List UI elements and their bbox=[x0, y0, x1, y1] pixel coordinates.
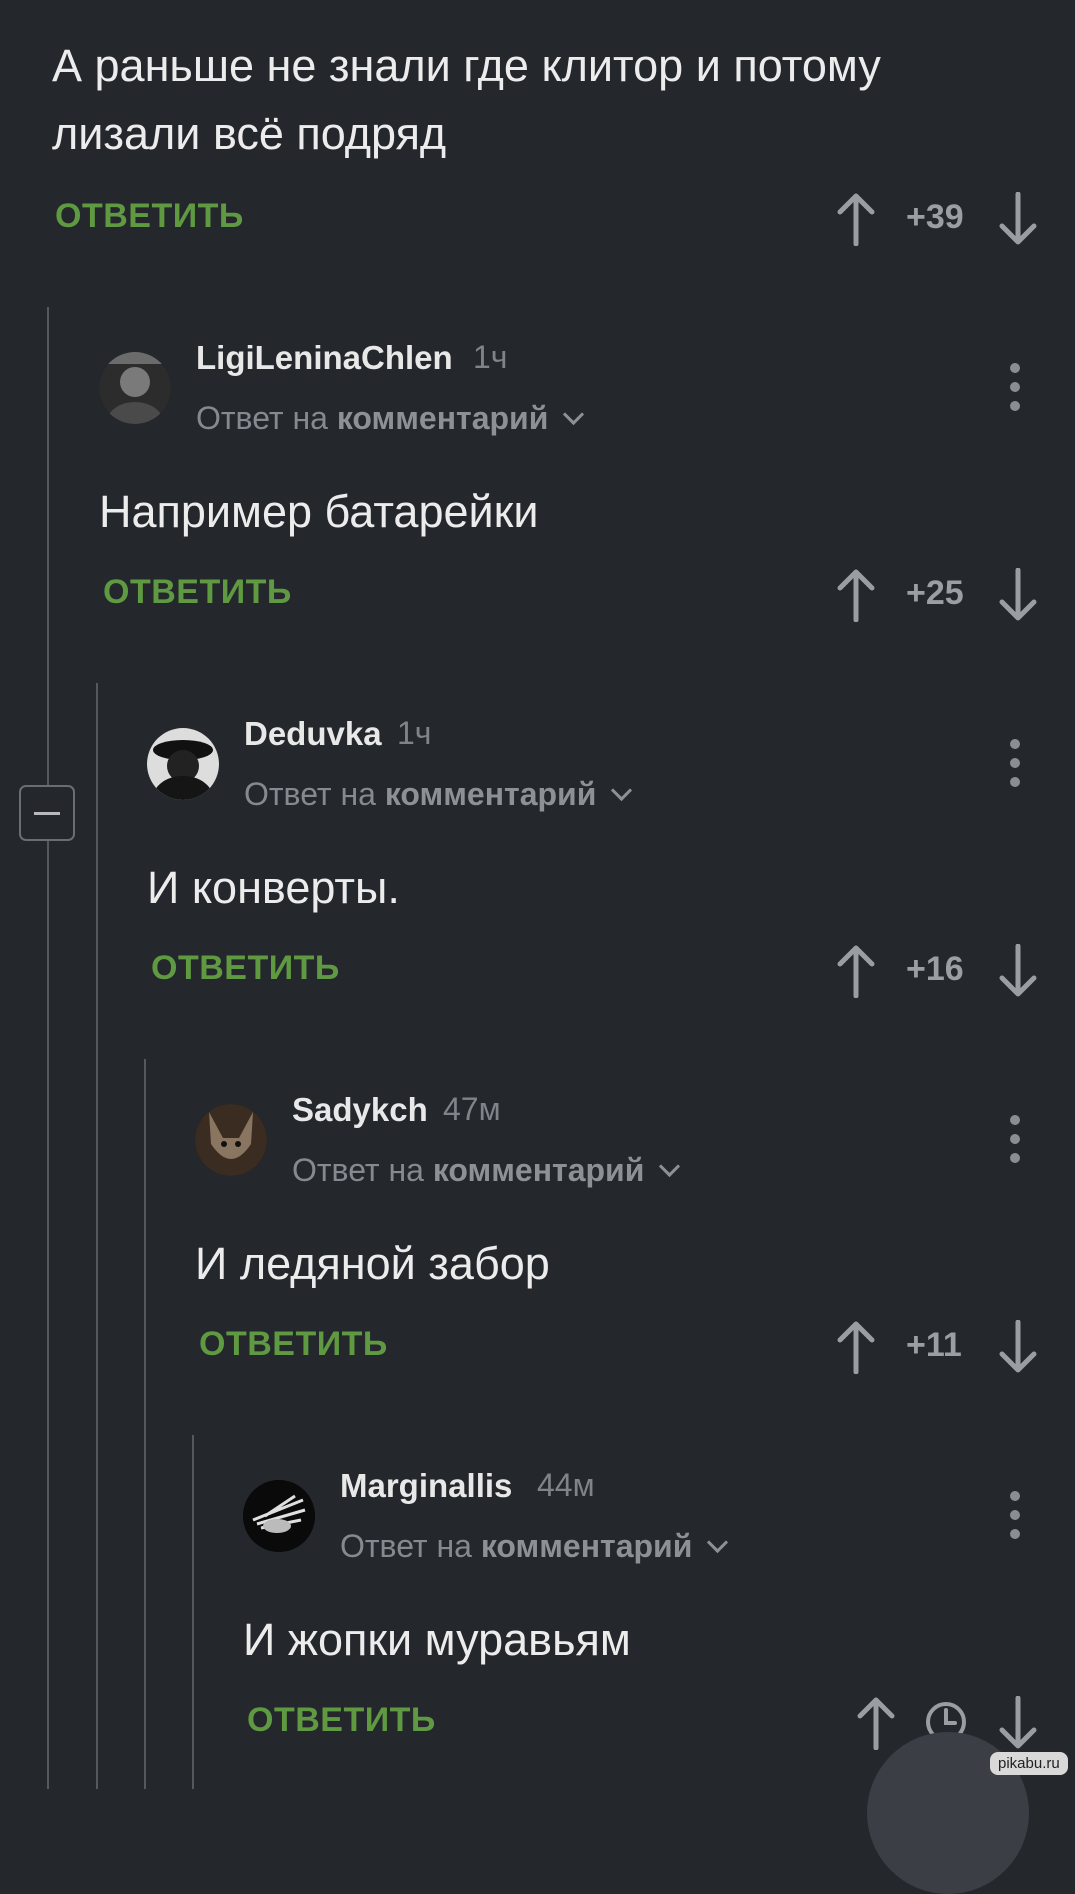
chevron-down-icon[interactable] bbox=[707, 1531, 729, 1554]
reply-to-comment-link[interactable]: комментарий bbox=[385, 776, 597, 812]
thread-line-level-1 bbox=[47, 307, 49, 1789]
thread-line-level-4 bbox=[192, 1435, 194, 1789]
reply-to-prefix: Ответ на bbox=[196, 400, 328, 436]
author-name[interactable]: Sadykch bbox=[292, 1091, 428, 1129]
kebab-menu-icon[interactable] bbox=[1010, 1115, 1022, 1163]
reply-to-prefix: Ответ на bbox=[340, 1528, 472, 1564]
kebab-menu-icon[interactable] bbox=[1010, 739, 1022, 787]
avatar[interactable] bbox=[243, 1480, 315, 1552]
comment-rating: +11 bbox=[906, 1326, 962, 1364]
collapse-thread-button[interactable] bbox=[19, 785, 75, 841]
reply-to-link[interactable]: Ответ на комментарий bbox=[244, 776, 633, 813]
comment-time: 47м bbox=[443, 1091, 501, 1127]
comment-text: И ледяной забор bbox=[195, 1238, 550, 1289]
watermark: pikabu.ru bbox=[990, 1752, 1068, 1775]
downvote-arrow-icon[interactable] bbox=[996, 1696, 1040, 1750]
reply-to-link[interactable]: Ответ на комментарий bbox=[292, 1152, 681, 1189]
upvote-arrow-icon[interactable] bbox=[854, 1696, 898, 1750]
upvote-arrow-icon[interactable] bbox=[834, 1320, 878, 1374]
comment-rating: +16 bbox=[906, 950, 964, 988]
comment-time: 1ч bbox=[397, 715, 432, 751]
comment-time: 1ч bbox=[473, 339, 508, 375]
comment-text: И конверты. bbox=[147, 862, 400, 913]
avatar[interactable] bbox=[195, 1104, 267, 1176]
upvote-arrow-icon[interactable] bbox=[834, 944, 878, 998]
kebab-menu-icon[interactable] bbox=[1010, 1491, 1022, 1539]
root-rating: +39 bbox=[906, 198, 964, 236]
chevron-down-icon[interactable] bbox=[611, 779, 633, 802]
reply-to-prefix: Ответ на bbox=[292, 1152, 424, 1188]
reply-to-link[interactable]: Ответ на комментарий bbox=[340, 1528, 729, 1565]
author-name[interactable]: LigiLeninaChlen bbox=[196, 339, 453, 377]
root-comment-text: А раньше не знали где клитор и потому ли… bbox=[52, 40, 881, 159]
kebab-menu-icon[interactable] bbox=[1010, 363, 1022, 411]
avatar[interactable] bbox=[99, 352, 171, 424]
chevron-down-icon[interactable] bbox=[659, 1155, 681, 1178]
downvote-arrow-icon[interactable] bbox=[996, 192, 1040, 246]
comment-text: И жопки муравьям bbox=[243, 1614, 631, 1665]
comment-time: 44м bbox=[537, 1467, 595, 1503]
avatar[interactable] bbox=[147, 728, 219, 800]
thread-line-level-2 bbox=[96, 683, 98, 1789]
reply-button[interactable]: ОТВЕТИТЬ bbox=[151, 949, 340, 988]
comment-text: Например батарейки bbox=[99, 486, 539, 537]
reply-to-comment-link[interactable]: комментарий bbox=[481, 1528, 693, 1564]
reply-to-comment-link[interactable]: комментарий bbox=[433, 1152, 645, 1188]
root-reply-button[interactable]: ОТВЕТИТЬ bbox=[55, 197, 244, 236]
downvote-arrow-icon[interactable] bbox=[996, 568, 1040, 622]
upvote-arrow-icon[interactable] bbox=[834, 192, 878, 246]
reply-button[interactable]: ОТВЕТИТЬ bbox=[247, 1701, 436, 1740]
author-name[interactable]: Marginallis bbox=[340, 1467, 512, 1505]
thread-line-level-3 bbox=[144, 1059, 146, 1789]
comment-rating: +25 bbox=[906, 574, 964, 612]
reply-to-link[interactable]: Ответ на комментарий bbox=[196, 400, 585, 437]
reply-button[interactable]: ОТВЕТИТЬ bbox=[199, 1325, 388, 1364]
chevron-down-icon[interactable] bbox=[563, 403, 585, 426]
upvote-arrow-icon[interactable] bbox=[834, 568, 878, 622]
author-name[interactable]: Deduvka bbox=[244, 715, 382, 753]
downvote-arrow-icon[interactable] bbox=[996, 944, 1040, 998]
downvote-arrow-icon[interactable] bbox=[996, 1320, 1040, 1374]
reply-to-prefix: Ответ на bbox=[244, 776, 376, 812]
reply-to-comment-link[interactable]: комментарий bbox=[337, 400, 549, 436]
reply-button[interactable]: ОТВЕТИТЬ bbox=[103, 573, 292, 612]
